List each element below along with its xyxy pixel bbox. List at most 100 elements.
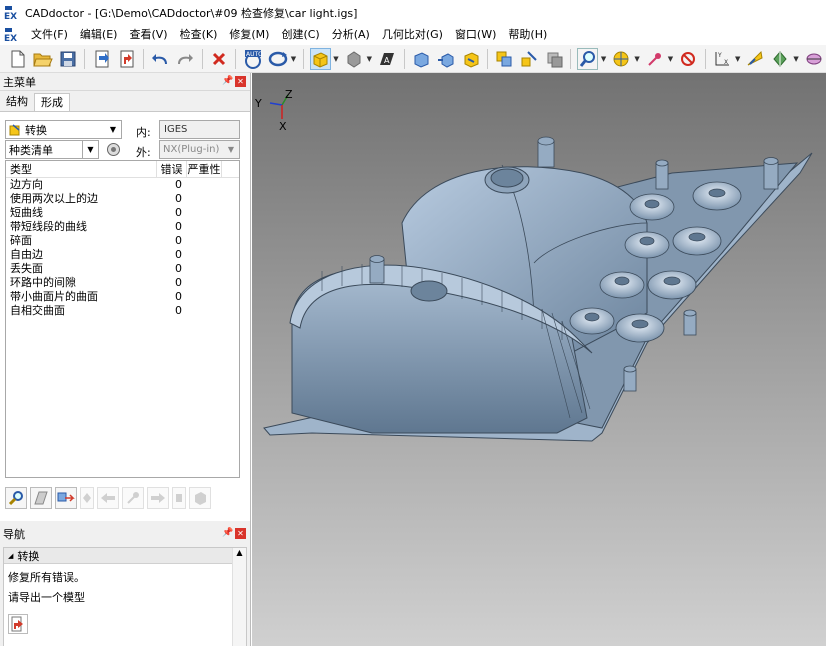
menu-geometry-compare[interactable]: 几何比对(G) — [376, 25, 449, 45]
list-item-errors: 0 — [175, 192, 182, 205]
menu-repair[interactable]: 修复(M) — [223, 25, 275, 45]
settings-icon[interactable] — [105, 141, 122, 158]
navigation-header: 导航 📌 ✕ — [0, 525, 250, 543]
point-icon[interactable] — [644, 48, 665, 70]
list-item[interactable]: 边方向 0 — [6, 178, 239, 192]
menu-check[interactable]: 检查(K) — [174, 25, 224, 45]
menu-edit[interactable]: 编辑(E) — [74, 25, 124, 45]
panel-tabs: 结构 形成 — [0, 93, 70, 111]
navigation-section[interactable]: ◢ 转换 — [4, 548, 246, 564]
menu-window[interactable]: 窗口(W) — [449, 25, 502, 45]
undo-icon[interactable] — [150, 48, 171, 70]
toolbar-separator — [403, 48, 405, 69]
cube-blue-icon[interactable] — [410, 48, 431, 70]
navigation-scrollbar[interactable]: ▲ — [232, 548, 246, 646]
export-model-button[interactable] — [8, 614, 28, 634]
transform-icon[interactable] — [519, 48, 540, 70]
list-item[interactable]: 碎面 0 — [6, 234, 239, 248]
mode-select[interactable]: 转换 ▼ — [5, 120, 122, 139]
layer-icon[interactable] — [544, 48, 565, 70]
new-icon[interactable] — [8, 48, 29, 70]
small-marker-icon[interactable] — [172, 487, 186, 509]
list-item[interactable]: 自相交曲面 0 — [6, 304, 239, 318]
inner-format-field: IGES — [159, 120, 240, 139]
column-type[interactable]: 类型 — [6, 161, 156, 177]
pin-tool-icon[interactable] — [122, 487, 144, 509]
pin-icon[interactable]: 📌 — [222, 528, 233, 540]
swap-icon[interactable] — [494, 48, 515, 70]
close-icon[interactable]: ✕ — [235, 528, 246, 539]
menu-bar: EX 文件(F) 编辑(E) 查看(V) 检查(K) 修复(M) 创建(C) 分… — [0, 25, 826, 45]
chevron-down-icon[interactable]: ▼ — [333, 48, 340, 70]
rotate-icon[interactable] — [267, 48, 288, 70]
chevron-down-icon: ▼ — [109, 125, 117, 134]
zoom-icon[interactable] — [577, 47, 599, 70]
svg-text:EX: EX — [4, 12, 17, 22]
pin-icon[interactable]: 📌 — [222, 76, 233, 88]
text-tool-icon[interactable]: A — [377, 48, 398, 70]
navigation-line-1: 修复所有错误。 — [8, 571, 85, 584]
redo-icon[interactable] — [175, 48, 196, 70]
document-logo-icon[interactable]: EX — [3, 26, 21, 44]
tab-structure[interactable]: 结构 — [0, 93, 34, 111]
axis-icon[interactable]: YX — [712, 48, 733, 70]
svg-text:AUTO: AUTO — [246, 51, 263, 58]
menu-file[interactable]: 文件(F) — [25, 25, 74, 45]
section-icon[interactable] — [803, 48, 824, 70]
list-item[interactable]: 带短线段的曲线 0 — [6, 220, 239, 234]
list-item-type: 带小曲面片的曲面 — [10, 290, 98, 303]
view-icon[interactable] — [611, 48, 632, 70]
open-icon[interactable] — [33, 48, 54, 70]
list-item[interactable]: 使用两次以上的边 0 — [6, 192, 239, 206]
menu-create[interactable]: 创建(C) — [275, 25, 325, 45]
chevron-down-icon[interactable]: ▼ — [793, 48, 800, 70]
menu-analyze[interactable]: 分析(A) — [326, 25, 376, 45]
repair-icon[interactable] — [30, 487, 52, 509]
export-icon[interactable] — [116, 48, 137, 70]
auto-repair-icon[interactable] — [55, 487, 77, 509]
list-item[interactable]: 环路中的间隙 0 — [6, 276, 239, 290]
navigation-instructions: 修复所有错误。 请导出一个模型 — [4, 564, 246, 608]
error-type-list[interactable]: 类型 错误 严重性 边方向 0 使用两次以上的边 0 短曲线 0 带短线段的曲线 0 碎… — [5, 160, 240, 478]
chevron-down-icon[interactable]: ▼ — [290, 48, 297, 70]
search-icon[interactable] — [5, 487, 27, 509]
tab-forming[interactable]: 形成 — [34, 93, 70, 111]
block-icon[interactable] — [189, 487, 211, 509]
chevron-down-icon[interactable]: ▼ — [600, 48, 607, 70]
cube-yellow-icon[interactable] — [460, 48, 481, 70]
main-menu-title: 主菜单 — [3, 75, 36, 89]
chevron-down-icon[interactable]: ▼ — [734, 48, 741, 70]
light-icon[interactable] — [770, 48, 791, 70]
car-light-model[interactable] — [252, 73, 826, 646]
chevron-down-icon[interactable]: ▼ — [366, 48, 373, 70]
arrow-right-icon[interactable] — [147, 487, 169, 509]
list-item[interactable]: 丢失面 0 — [6, 262, 239, 276]
import-icon[interactable] — [91, 48, 112, 70]
window-title: CADdoctor - [G:\Demo\CADdoctor\#09 检查修复\… — [25, 6, 358, 20]
list-item[interactable]: 自由边 0 — [6, 248, 239, 262]
chevron-down-icon: ▼ — [227, 145, 235, 154]
list-item-errors: 0 — [175, 290, 182, 303]
no-entry-icon[interactable] — [678, 48, 699, 70]
chevron-down-icon[interactable]: ▼ — [634, 48, 641, 70]
column-errors[interactable]: 错误 — [156, 161, 186, 177]
chevron-down-icon[interactable]: ▼ — [667, 48, 674, 70]
menu-help[interactable]: 帮助(H) — [502, 25, 553, 45]
list-item[interactable]: 带小曲面片的曲面 0 — [6, 290, 239, 304]
3d-viewport[interactable]: Y Z X — [252, 73, 826, 646]
list-type-select[interactable]: 种类清单 ▼ — [5, 140, 99, 159]
close-icon[interactable]: ✕ — [235, 76, 246, 87]
menu-view[interactable]: 查看(V) — [123, 25, 173, 45]
column-severity[interactable]: 严重性 — [186, 161, 222, 177]
measure-icon[interactable] — [745, 48, 766, 70]
gray-sphere-icon[interactable] — [343, 48, 364, 70]
save-icon[interactable] — [58, 48, 79, 70]
list-item[interactable]: 短曲线 0 — [6, 206, 239, 220]
auto-icon[interactable]: AUTO — [242, 48, 263, 70]
marker-icon[interactable] — [80, 487, 94, 509]
outer-format-select[interactable]: NX(Plug-in) ▼ — [159, 140, 240, 159]
cube-move-icon[interactable] — [435, 48, 456, 70]
delete-icon[interactable] — [209, 48, 230, 70]
arrow-left-icon[interactable] — [97, 487, 119, 509]
shaded-cube-icon[interactable] — [309, 47, 331, 70]
